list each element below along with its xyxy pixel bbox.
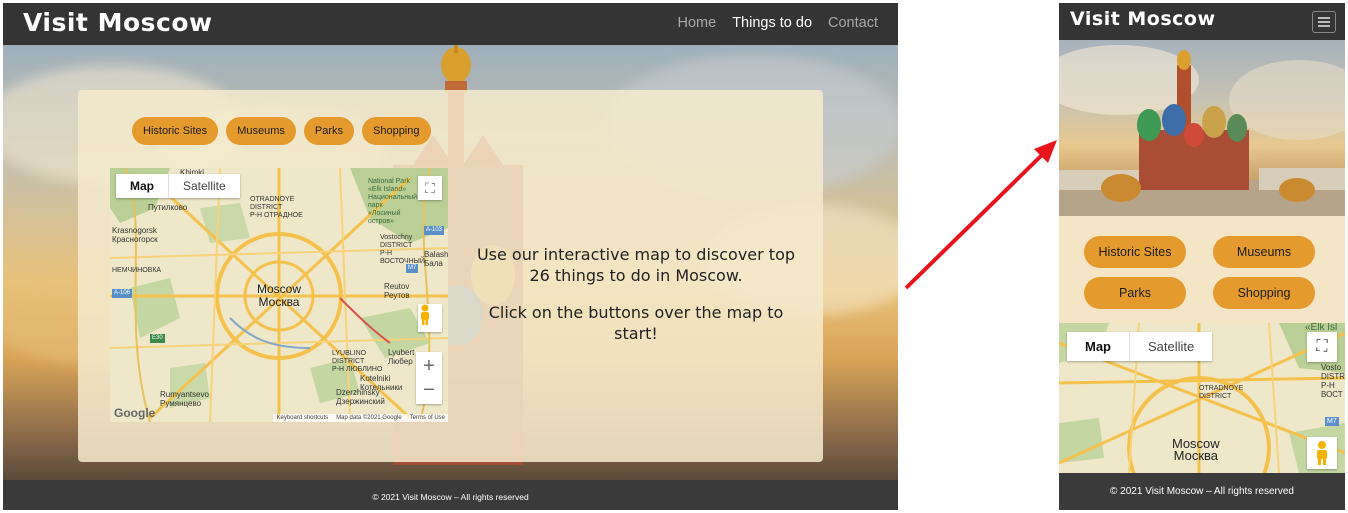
- pegman-icon: [1317, 441, 1327, 465]
- shopping-button[interactable]: Shopping: [362, 117, 431, 145]
- mobile-map-label-elk: «Elk Isl: [1305, 323, 1338, 333]
- mobile-map-label-vosto: Vosto DISTRIC Р-Н ВОСТ: [1321, 363, 1345, 399]
- hero-background: Historic Sites Museums Parks Shopping Kh…: [3, 45, 898, 480]
- mobile-cathedral-image: [1059, 40, 1345, 216]
- google-logo: Google: [114, 406, 156, 420]
- zoom-out-button[interactable]: −: [423, 378, 435, 402]
- keyboard-shortcuts-link[interactable]: Keyboard shortcuts: [276, 415, 328, 421]
- map-label-moscow: Moscow Москва: [257, 282, 302, 309]
- map-label-m7: M7: [406, 264, 419, 273]
- mobile-parks-button[interactable]: Parks: [1084, 277, 1186, 309]
- mobile-map-label-moscow: Moscow Москва: [1172, 436, 1220, 463]
- cathedral-image: [1059, 45, 1345, 216]
- category-buttons: Historic Sites Museums Parks Shopping: [132, 117, 431, 145]
- mobile-brand-logo[interactable]: Visit Moscow: [1070, 8, 1216, 30]
- hamburger-icon[interactable]: [1312, 11, 1336, 33]
- map-type-map-button[interactable]: Map: [116, 174, 169, 198]
- mobile-map-type-map-button[interactable]: Map: [1067, 332, 1130, 361]
- map-label-lublino: LYUBLINO DISTRICT Р-Н ЛЮБЛИНО: [332, 350, 383, 373]
- intro-line-2: Click on the buttons over the map to sta…: [488, 303, 784, 343]
- map-type-toggle: Map Satellite: [116, 174, 240, 198]
- fullscreen-icon: ⛶: [1316, 338, 1328, 355]
- map-label-putilkovo: Путилково: [148, 203, 188, 212]
- mobile-view: Visit Moscow Historic Sites Museums Park…: [1059, 3, 1345, 510]
- nav-link-contact[interactable]: Contact: [828, 15, 878, 31]
- map-label-rumyantsevo: Rumyantsevo Румянцево: [160, 390, 209, 408]
- map-label-a103: A-103: [424, 226, 445, 235]
- mobile-street-view-button[interactable]: [1307, 437, 1337, 469]
- street-view-button[interactable]: [418, 304, 442, 332]
- mobile-map-type-toggle: Map Satellite: [1067, 332, 1213, 361]
- map-label-e30: E30: [150, 334, 165, 343]
- nav-link-things-to-do[interactable]: Things to do: [732, 15, 812, 31]
- mobile-map-label-otradnoye: OTRADNOYE DISTRICT: [1199, 385, 1244, 400]
- navbar: Visit Moscow Home Things to do Contact: [3, 3, 898, 45]
- footer: © 2021 Visit Moscow – All rights reserve…: [3, 480, 898, 510]
- mobile-historic-sites-button[interactable]: Historic Sites: [1084, 236, 1186, 268]
- map-label-nemchinovka: НЕМЧИНОВКА: [112, 267, 162, 274]
- nav-link-home[interactable]: Home: [678, 15, 717, 31]
- interactive-map[interactable]: Khimki OTRADNOYE DISTRICT Р-Н ОТРАДНОЕ N…: [110, 168, 448, 422]
- mobile-shopping-button[interactable]: Shopping: [1213, 277, 1315, 309]
- content-panel: Historic Sites Museums Parks Shopping Kh…: [78, 90, 823, 462]
- mobile-footer: © 2021 Visit Moscow – All rights reserve…: [1059, 473, 1345, 510]
- map-data-text: Map data ©2021 Google: [336, 415, 402, 421]
- red-arrow-icon: [904, 140, 1057, 290]
- museums-button[interactable]: Museums: [226, 117, 296, 145]
- mobile-fullscreen-button[interactable]: ⛶: [1307, 332, 1337, 362]
- map-type-satellite-button[interactable]: Satellite: [169, 174, 240, 198]
- map-attribution: Keyboard shortcuts Map data ©2021 Google…: [273, 414, 448, 422]
- parks-button[interactable]: Parks: [303, 117, 354, 145]
- brand-logo[interactable]: Visit Moscow: [23, 8, 213, 37]
- map-label-otradnoye: OTRADNOYE DISTRICT Р-Н ОТРАДНОЕ: [250, 196, 303, 219]
- fullscreen-icon: ⛶: [425, 179, 435, 196]
- mobile-map-label-m7: M7: [1325, 417, 1339, 426]
- mobile-navbar: Visit Moscow: [1059, 3, 1345, 40]
- terms-of-use-link[interactable]: Terms of Use: [410, 415, 445, 421]
- map-label-a106: A-106: [112, 289, 133, 298]
- map-label-balashikha: Balashikha Бала: [424, 250, 448, 268]
- mobile-museums-button[interactable]: Museums: [1213, 236, 1315, 268]
- zoom-controls: + −: [416, 352, 442, 404]
- map-label-reutov: Reutov Реутов: [384, 282, 410, 300]
- map-label-lyubertsy: Lyubert Любер: [388, 348, 415, 366]
- map-label-krasnogorsk: Krasnogorsk Красногорск: [112, 226, 158, 244]
- nav-links: Home Things to do Contact: [678, 15, 878, 31]
- mobile-map-type-satellite-button[interactable]: Satellite: [1130, 332, 1212, 361]
- mobile-interactive-map[interactable]: «Elk Isl OTRADNOYE DISTRICT Vosto DISTRI…: [1059, 323, 1345, 473]
- intro-text: Use our interactive map to discover top …: [466, 244, 806, 360]
- pegman-icon: [421, 304, 429, 325]
- map-label-national-park: National Park «Elk Island» Национальный …: [368, 178, 418, 225]
- historic-sites-button[interactable]: Historic Sites: [132, 117, 219, 145]
- fullscreen-button[interactable]: ⛶: [418, 176, 442, 200]
- desktop-view: Visit Moscow Home Things to do Contact H…: [3, 3, 898, 510]
- zoom-in-button[interactable]: +: [423, 354, 435, 378]
- map-label-vostochny: Vostochny DISTRICT Р-Н ВОСТОЧНЫЙ: [380, 234, 425, 265]
- intro-line-1: Use our interactive map to discover top …: [476, 245, 796, 285]
- map-label-kotelniki: Kotelniki Котельники: [360, 374, 403, 392]
